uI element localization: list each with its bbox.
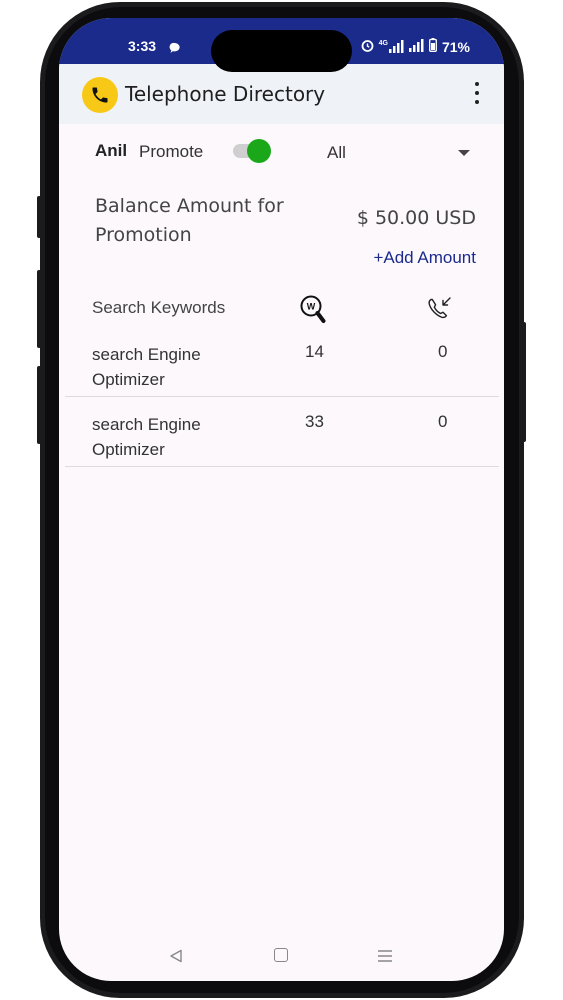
network-type: 4G (378, 40, 388, 47)
alarm-icon (361, 39, 374, 55)
svg-text:W: W (307, 302, 316, 312)
more-options-icon[interactable] (474, 82, 480, 109)
phone-logo-icon (82, 77, 118, 113)
keywords-table-header: Search Keywords W (59, 294, 504, 332)
screen: 3:33 4G 71% Telephone Directory Anil Pro… (59, 18, 504, 981)
recent-apps-icon[interactable] (377, 948, 393, 967)
camera-island (211, 30, 352, 72)
table-row[interactable]: search Engine Optimizer 33 0 (65, 406, 499, 467)
promote-label: Promote (139, 142, 204, 161)
app-title: Telephone Directory (125, 82, 326, 106)
search-icon: W (299, 294, 327, 330)
row-views: 14 (305, 342, 324, 361)
signal-4g-icon: 4G (379, 40, 404, 53)
row-keyword: search Engine Optimizer (92, 345, 201, 389)
chat-notification-icon (169, 39, 181, 58)
balance-amount: $ 50.00 USD (356, 207, 476, 229)
row-keyword: search Engine Optimizer (92, 415, 201, 459)
user-name: Anil (95, 141, 128, 160)
signal-icon (408, 38, 424, 55)
side-button-power (522, 322, 526, 442)
home-icon[interactable] (274, 948, 288, 962)
balance-label: Balance Amount for Promotion (95, 195, 284, 246)
row-calls: 0 (438, 412, 448, 431)
side-button-volume-down (37, 366, 41, 444)
side-button-mute (37, 196, 41, 238)
promote-toggle[interactable] (231, 139, 271, 163)
battery-percent: 71% (441, 38, 470, 55)
battery-icon (429, 38, 437, 55)
row-calls: 0 (438, 342, 448, 361)
table-row[interactable]: search Engine Optimizer 14 0 (65, 336, 499, 397)
system-nav-bar (59, 936, 504, 976)
status-bar: 3:33 4G 71% (59, 18, 504, 72)
app-bar: Telephone Directory (59, 64, 504, 124)
status-time: 3:33 (128, 38, 157, 54)
toggle-thumb (247, 139, 271, 163)
filter-dropdown-value[interactable]: All (327, 143, 346, 163)
incoming-call-icon (425, 295, 453, 327)
status-icons: 4G 71% (361, 38, 470, 55)
header-search-keywords: Search Keywords (92, 298, 226, 317)
row-views: 33 (305, 412, 324, 431)
side-button-volume-up (37, 270, 41, 348)
back-icon[interactable] (169, 948, 183, 967)
add-amount-link[interactable]: +Add Amount (373, 248, 476, 268)
dropdown-arrow-icon[interactable] (458, 150, 470, 156)
